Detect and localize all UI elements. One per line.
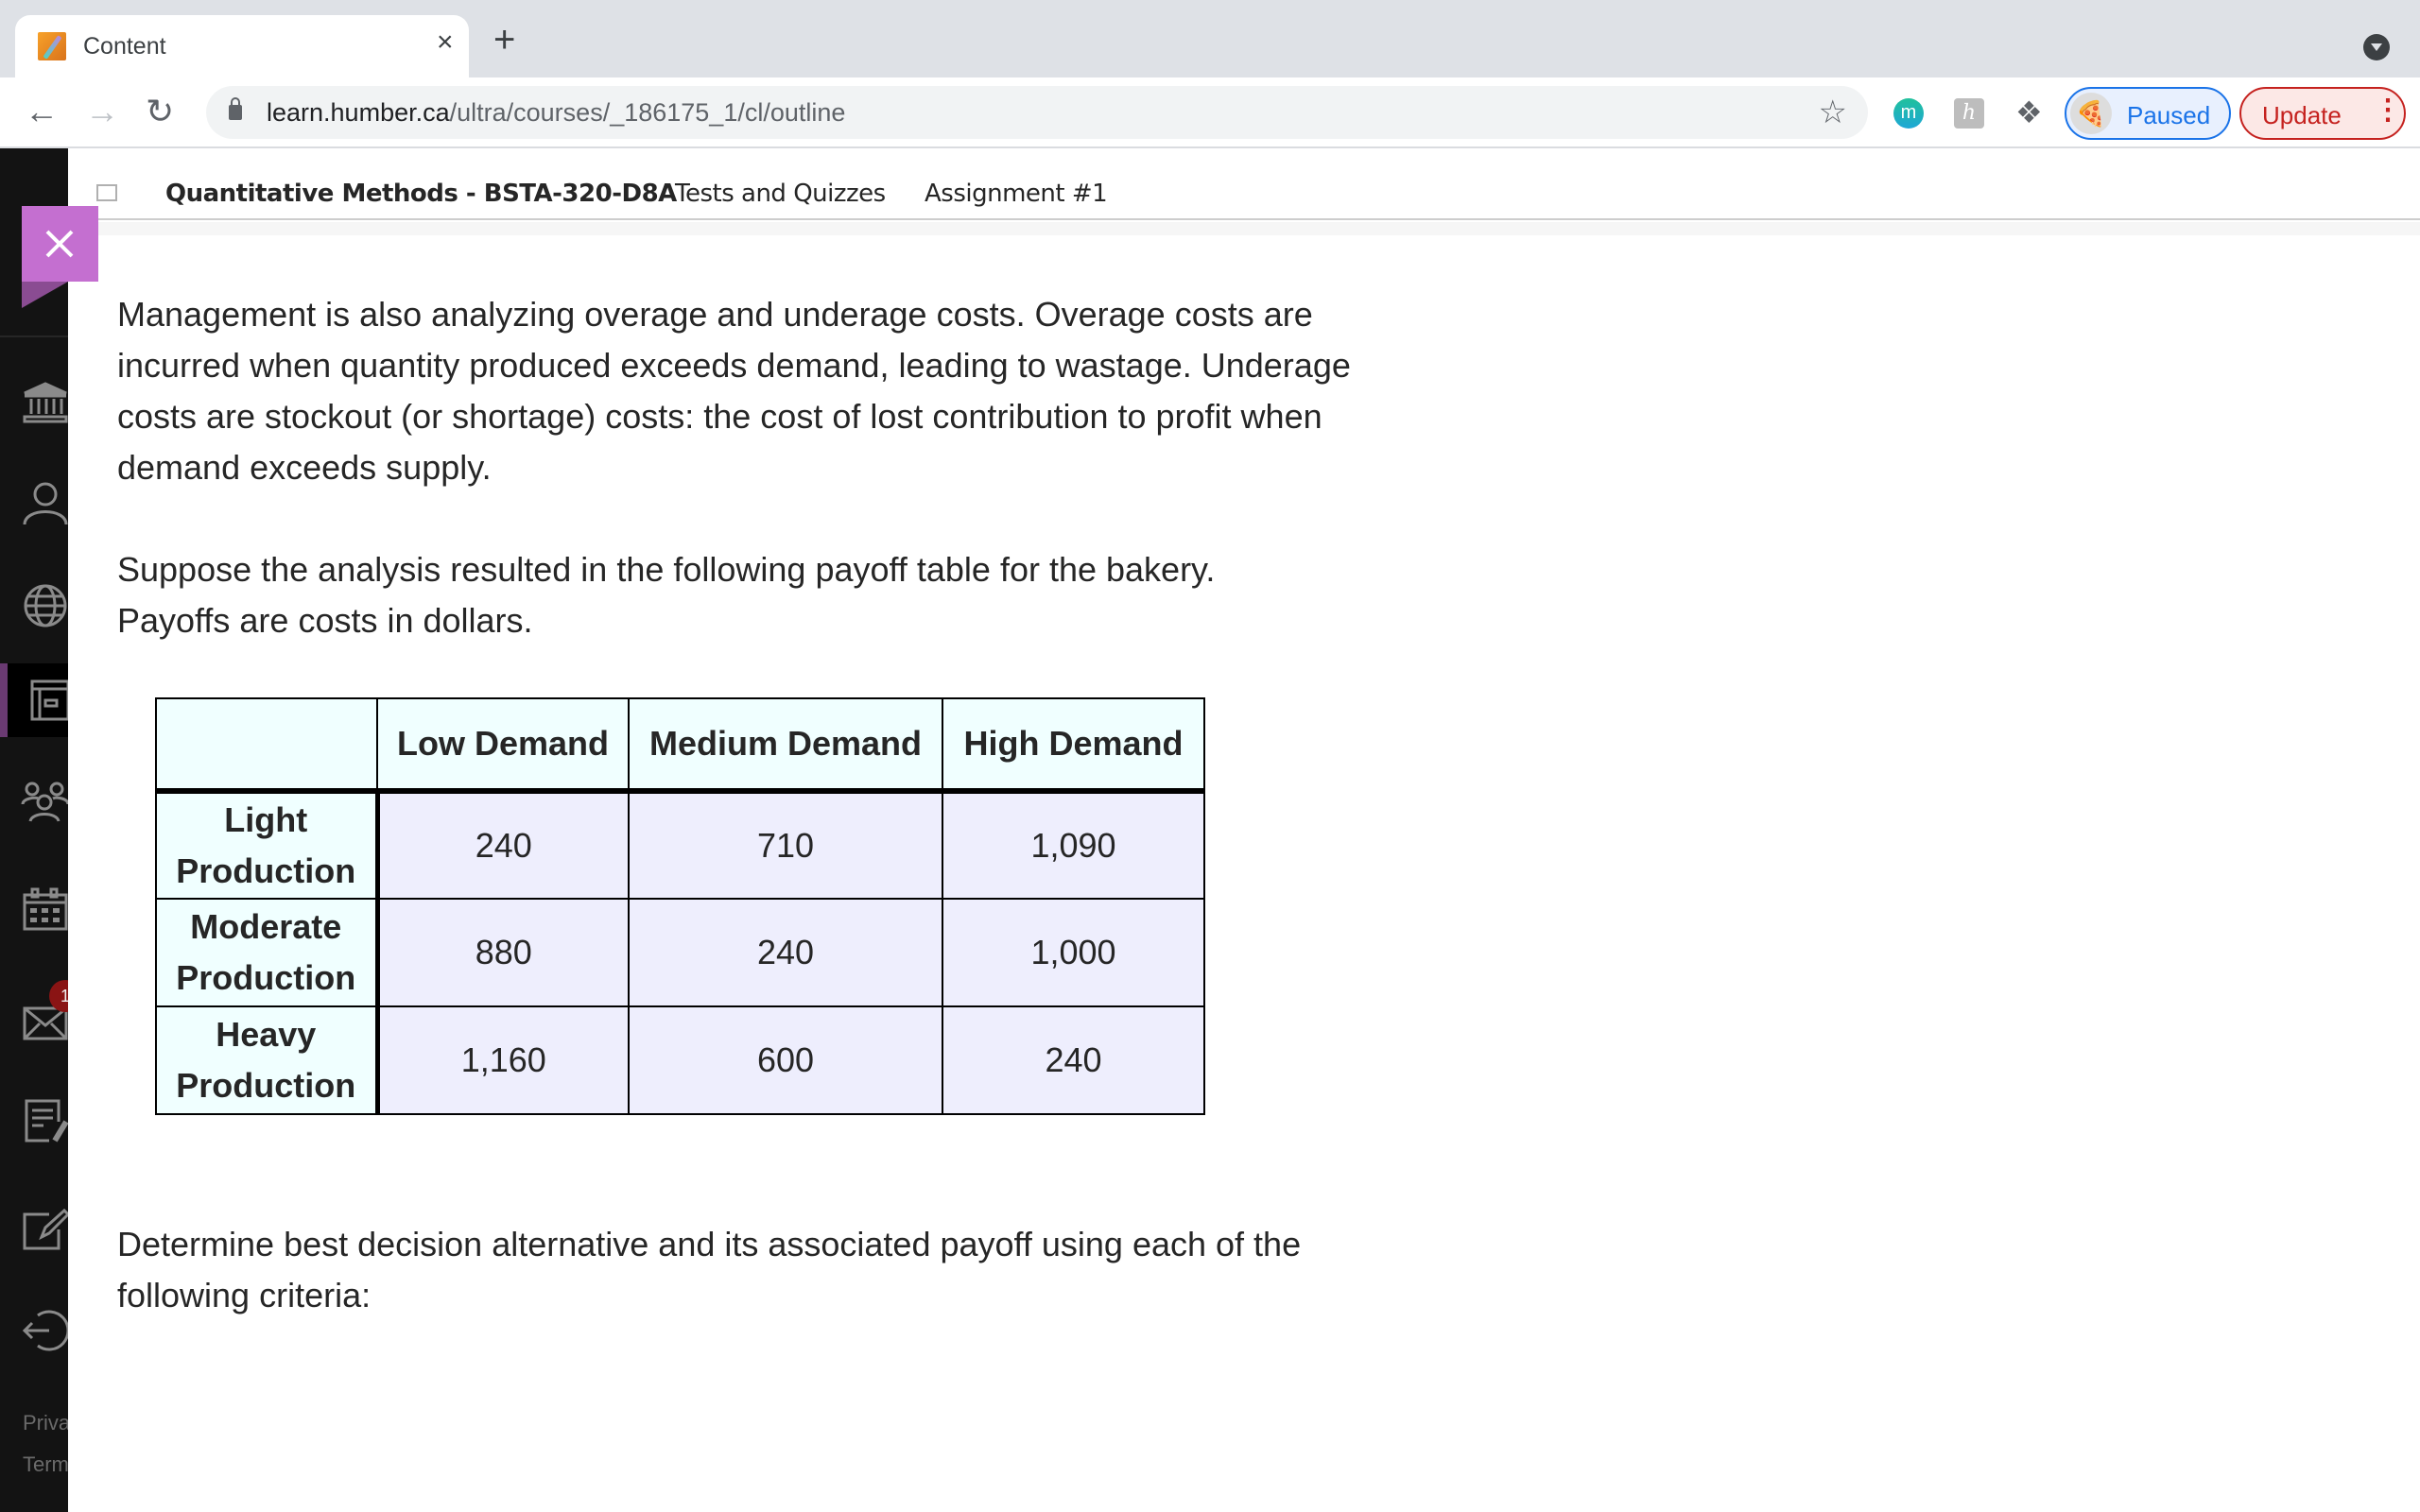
close-panel-fold <box>22 282 68 308</box>
table-row: Light Production 240 710 1,090 <box>155 790 1205 900</box>
sidebar: 1 Privacy Terms <box>0 148 68 1512</box>
row-header-light-production: Light Production <box>155 790 380 900</box>
table-row: Moderate Production 880 240 1,000 <box>155 898 1205 1007</box>
extensions-puzzle-icon[interactable]: ❖ <box>2015 94 2043 130</box>
m-extension-icon[interactable]: m <box>1893 98 1924 129</box>
payoff-table: Low Demand Medium Demand High Demand Lig… <box>155 697 1205 1115</box>
back-button[interactable]: ← <box>25 94 59 129</box>
pizza-avatar-icon: 🍕 <box>2070 93 2112 134</box>
row-label-line1: Moderate <box>190 907 342 946</box>
row-label-line1: Light <box>224 800 308 839</box>
profile-button[interactable]: 🍕 Paused <box>2065 87 2231 140</box>
question-paragraph: Determine best decision alternative and … <box>117 1225 1302 1314</box>
pencil-icon <box>38 32 66 60</box>
table-cell: 1,160 <box>376 1005 630 1115</box>
url-path: /ultra/courses/_186175_1/cl/outline <box>449 98 846 127</box>
close-panel-button[interactable] <box>22 206 98 282</box>
row-label-line1: Heavy <box>216 1015 317 1054</box>
url-text[interactable]: learn.humber.ca/ultra/courses/_186175_1/… <box>267 98 845 128</box>
table-cell: 1,090 <box>942 790 1205 900</box>
course-title-link[interactable]: Quantitative Methods - BSTA-320-D8A <box>165 180 677 208</box>
payoff-intro-line2: Payoffs are costs in dollars. <box>117 601 533 640</box>
content-header: Quantitative Methods - BSTA-320-D8A Test… <box>68 148 2420 220</box>
browser-toolbar: ← → ↻ learn.humber.ca/ultra/courses/_186… <box>0 77 2420 148</box>
calendar-icon[interactable] <box>21 885 68 935</box>
table-cell: 240 <box>942 1005 1205 1115</box>
row-label-line2: Production <box>176 851 356 890</box>
row-label-line2: Production <box>176 958 356 997</box>
breadcrumb-assignment[interactable]: Assignment #1 <box>925 180 1108 208</box>
payoff-intro-line1: Suppose the analysis resulted in the fol… <box>117 550 1216 589</box>
address-bar[interactable]: learn.humber.ca/ultra/courses/_186175_1/… <box>206 86 1868 139</box>
update-button[interactable]: Update ⋮ <box>2239 87 2406 140</box>
edit-icon[interactable] <box>21 1205 68 1254</box>
table-cell: 880 <box>376 898 630 1007</box>
sign-out-icon[interactable] <box>21 1306 68 1355</box>
privacy-link[interactable]: Privacy <box>23 1411 68 1435</box>
header-shadow <box>98 222 2420 235</box>
intro-paragraph: Management is also analyzing overage and… <box>117 295 1351 487</box>
more-menu-icon[interactable]: ⋮ <box>2374 96 2402 125</box>
profile-icon[interactable] <box>21 479 68 528</box>
table-cell: 240 <box>628 898 943 1007</box>
breadcrumb-tests-and-quizzes[interactable]: Tests and Quizzes <box>675 180 886 208</box>
groups-icon[interactable] <box>21 780 68 829</box>
bookmark-star-icon[interactable]: ☆ <box>1819 94 1847 131</box>
table-header-row: Low Demand Medium Demand High Demand <box>155 697 1205 794</box>
table-cell: 1,000 <box>942 898 1205 1007</box>
tab-strip: Content × + <box>0 0 2420 77</box>
sidebar-divider <box>0 335 68 337</box>
url-host: learn.humber.ca <box>267 98 450 127</box>
profile-status: Paused <box>2127 101 2211 129</box>
column-header-low-demand: Low Demand <box>376 697 630 794</box>
row-label-line2: Production <box>176 1066 356 1105</box>
new-tab-button[interactable]: + <box>493 21 515 59</box>
row-header-heavy-production: Heavy Production <box>155 1005 380 1115</box>
tab-title: Content <box>83 33 166 60</box>
table-row: Heavy Production 1,160 600 240 <box>155 1005 1205 1115</box>
column-header-high-demand: High Demand <box>942 697 1205 794</box>
row-header-moderate-production: Moderate Production <box>155 898 380 1007</box>
update-label: Update <box>2262 101 2342 129</box>
grades-icon[interactable] <box>21 1097 68 1146</box>
table-cell: 240 <box>376 790 630 900</box>
table-cell: 600 <box>628 1005 943 1115</box>
column-header-medium-demand: Medium Demand <box>628 697 943 794</box>
reload-button[interactable]: ↻ <box>146 94 174 129</box>
table-cell: 710 <box>628 790 943 900</box>
tab-search-icon[interactable] <box>2363 34 2390 60</box>
terms-link[interactable]: Terms <box>23 1452 68 1477</box>
globe-icon[interactable] <box>21 581 68 630</box>
table-corner-cell <box>155 697 378 794</box>
h-extension-icon[interactable]: h <box>1954 98 1984 129</box>
courses-icon[interactable] <box>21 676 68 725</box>
browser-tab[interactable]: Content × <box>15 15 469 77</box>
close-x-icon <box>45 230 74 258</box>
new-window-icon[interactable] <box>92 184 117 211</box>
institution-icon[interactable] <box>21 378 68 427</box>
forward-button[interactable]: → <box>85 94 119 129</box>
lock-icon[interactable] <box>229 97 242 120</box>
tab-close-button[interactable]: × <box>437 28 454 57</box>
